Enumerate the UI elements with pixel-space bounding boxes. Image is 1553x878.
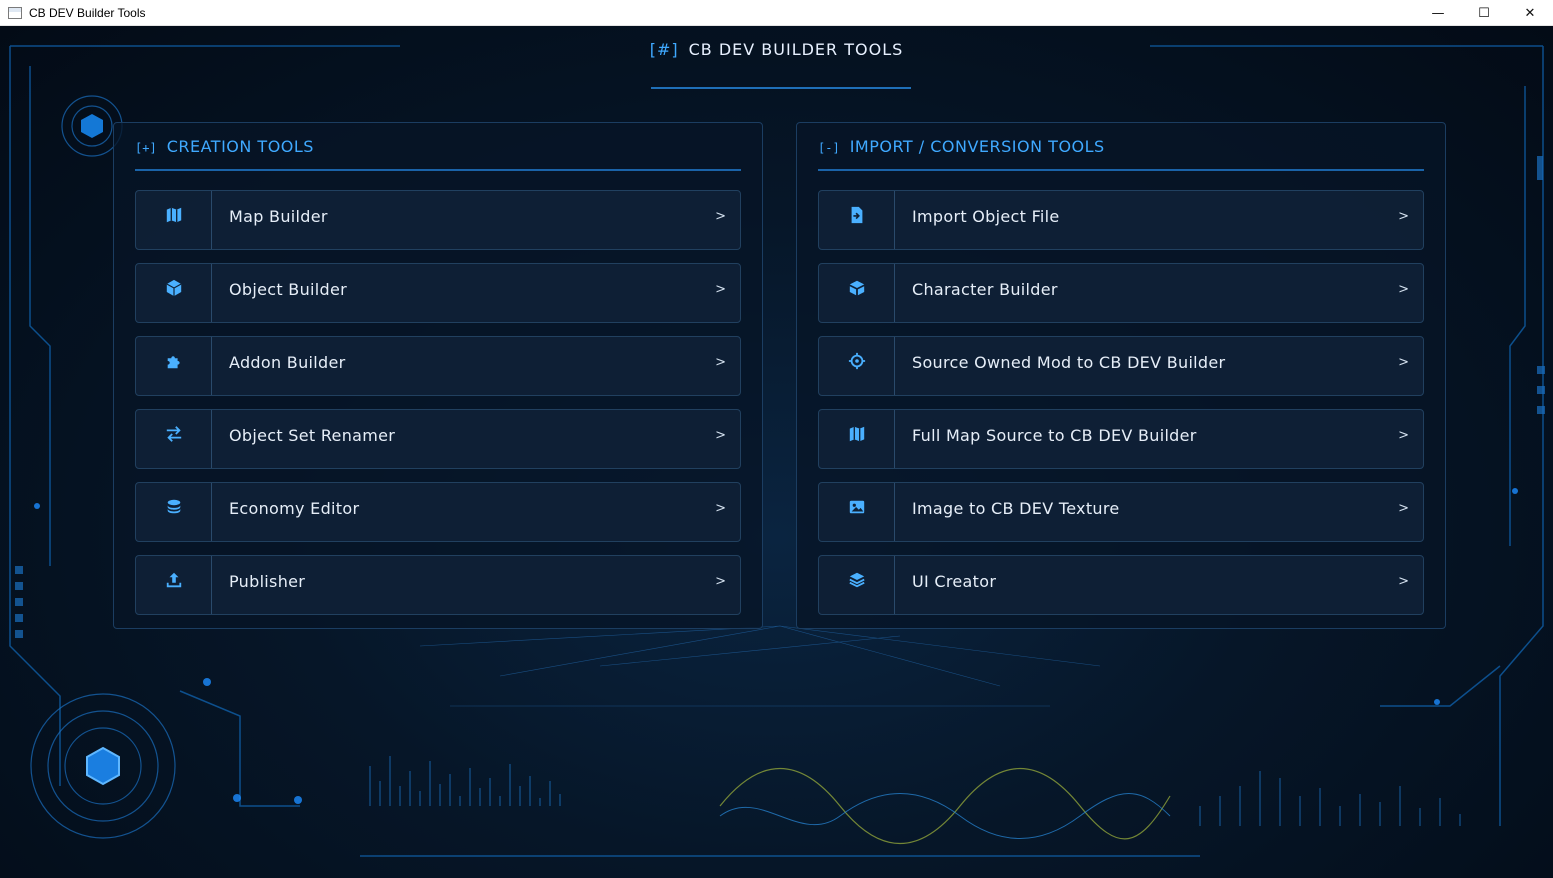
creation-tools-header: [+] CREATION TOOLS [135,137,741,171]
object-builder-button[interactable]: Object Builder > [135,263,741,323]
puzzle-icon [167,356,180,369]
map-icon [849,426,864,442]
ui-creator-label: UI Creator [912,571,997,591]
chevron-right-icon: > [1398,209,1409,224]
icon-cell [819,337,895,395]
icon-cell [136,483,212,541]
cube-icon [166,279,181,297]
source-owned-mod-label: Source Owned Mod to CB DEV Builder [912,352,1226,372]
ui-creator-button[interactable]: UI Creator > [818,555,1424,615]
icon-cell [819,483,895,541]
source-owned-mod-button[interactable]: Source Owned Mod to CB DEV Builder > [818,336,1424,396]
creation-tools-panel: [+] CREATION TOOLS Map Builder > Object … [113,122,763,629]
chevron-right-icon: > [1398,355,1409,370]
upload-icon [166,572,181,588]
character-builder-label: Character Builder [912,279,1058,299]
icon-cell [136,337,212,395]
app-icon [8,6,22,19]
chevron-right-icon: > [1398,501,1409,516]
economy-editor-label: Economy Editor [229,498,360,518]
icon-cell [136,410,212,468]
import-object-file-button[interactable]: Import Object File > [818,190,1424,250]
chevron-right-icon: > [1398,282,1409,297]
icon-cell [819,556,895,614]
full-map-source-button[interactable]: Full Map Source to CB DEV Builder > [818,409,1424,469]
chevron-right-icon: > [715,209,726,224]
object-set-renamer-label: Object Set Renamer [229,425,396,445]
maximize-button[interactable]: ☐ [1461,0,1507,26]
box-open-icon [849,280,864,296]
close-button[interactable]: ✕ [1507,0,1553,26]
import-object-file-label: Import Object File [912,206,1060,226]
coin-stack-icon [167,499,180,514]
import-tools-title: IMPORT / CONVERSION TOOLS [849,137,1105,156]
layers-icon [848,572,865,588]
header-tag: [#] [649,40,679,59]
creation-tools-list: Map Builder > Object Builder > Addon Bui… [135,190,741,628]
publisher-button[interactable]: Publisher > [135,555,741,615]
chevron-right-icon: > [715,282,726,297]
minimize-button[interactable]: — [1415,0,1461,26]
object-builder-label: Object Builder [229,279,347,299]
full-map-source-label: Full Map Source to CB DEV Builder [912,425,1197,445]
window-title: CB DEV Builder Tools [29,5,146,20]
import-tools-tag: [-] [818,141,840,155]
chevron-right-icon: > [1398,428,1409,443]
chevron-right-icon: > [715,428,726,443]
swap-arrows-icon [166,426,181,442]
import-tools-panel: [-] IMPORT / CONVERSION TOOLS Import Obj… [796,122,1446,629]
chevron-right-icon: > [715,355,726,370]
import-tools-header: [-] IMPORT / CONVERSION TOOLS [818,137,1424,171]
window-titlebar: CB DEV Builder Tools — ☐ ✕ [0,0,1553,26]
import-tools-list: Import Object File > Character Builder >… [818,190,1424,628]
icon-cell [819,264,895,322]
map-builder-label: Map Builder [229,206,328,226]
chevron-right-icon: > [1398,574,1409,589]
chevron-right-icon: > [715,501,726,516]
economy-editor-button[interactable]: Economy Editor > [135,482,741,542]
icon-cell [136,556,212,614]
addon-builder-button[interactable]: Addon Builder > [135,336,741,396]
chevron-right-icon: > [715,574,726,589]
map-builder-button[interactable]: Map Builder > [135,190,741,250]
image-icon [849,500,864,514]
crosshair-icon [848,352,865,370]
window-controls: — ☐ ✕ [1415,0,1553,26]
icon-cell [819,410,895,468]
icon-cell [819,191,895,249]
page-title: CB DEV BUILDER TOOLS [688,40,904,59]
image-to-texture-button[interactable]: Image to CB DEV Texture > [818,482,1424,542]
icon-cell [136,191,212,249]
addon-builder-label: Addon Builder [229,352,346,372]
creation-tools-title: CREATION TOOLS [166,137,314,156]
character-builder-button[interactable]: Character Builder > [818,263,1424,323]
header-underline [651,87,911,89]
app-header: [#] CB DEV BUILDER TOOLS [0,40,1553,59]
file-import-icon [851,206,862,224]
creation-tools-tag: [+] [135,141,157,155]
map-icon [166,207,181,223]
icon-cell [136,264,212,322]
publisher-label: Publisher [229,571,306,591]
object-set-renamer-button[interactable]: Object Set Renamer > [135,409,741,469]
image-to-texture-label: Image to CB DEV Texture [912,498,1120,518]
